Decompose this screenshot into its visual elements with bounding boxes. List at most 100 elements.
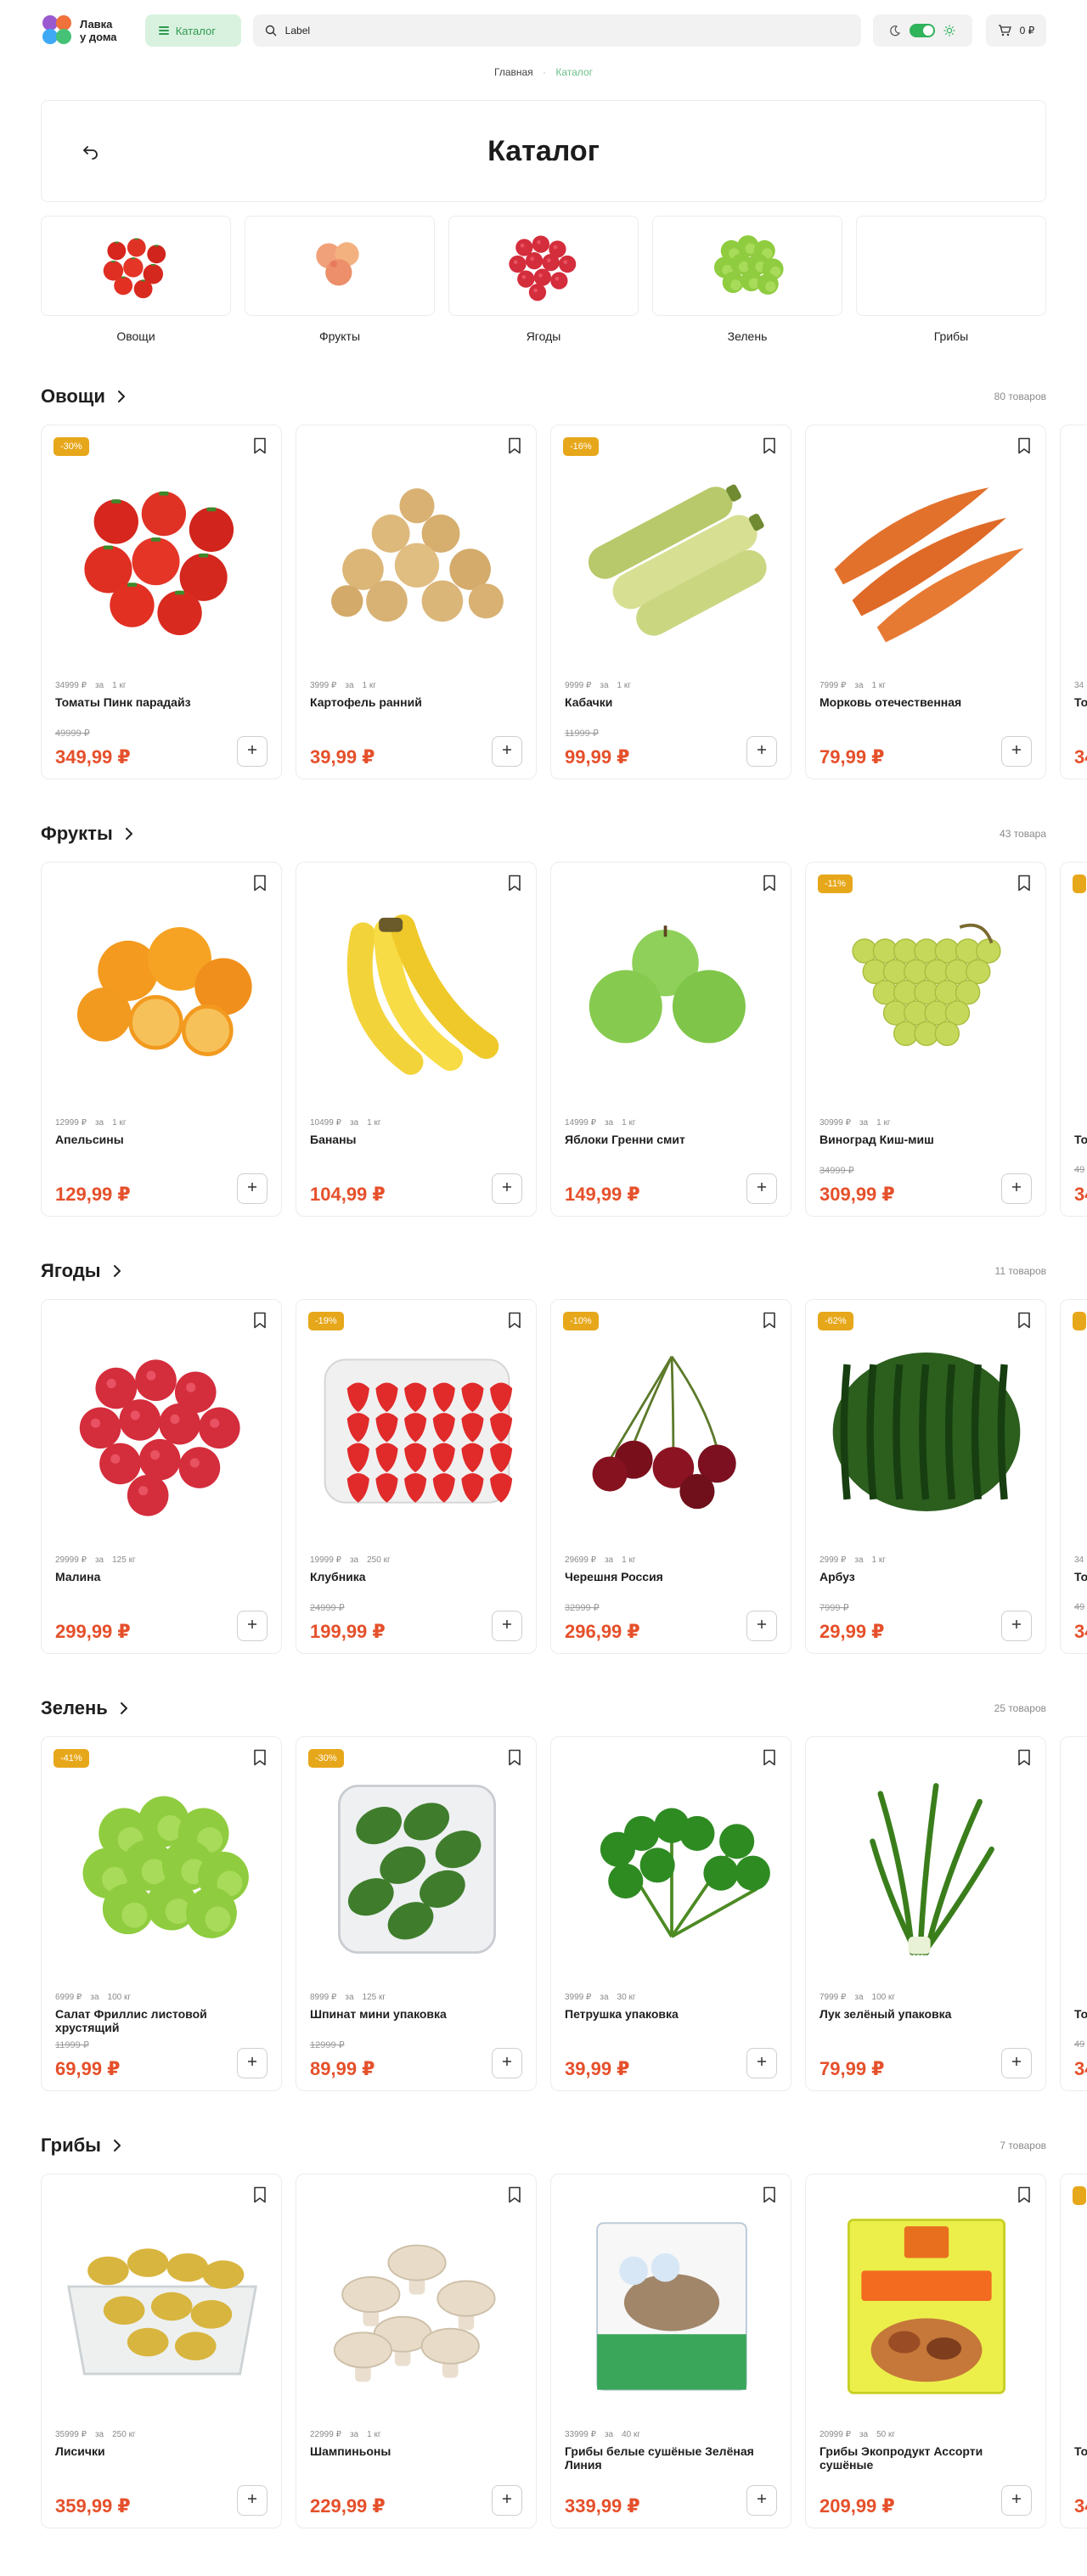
product-name[interactable]: Петрушка упаковка <box>565 2007 769 2021</box>
product-image[interactable] <box>308 897 526 1092</box>
product-card[interactable]: То 49 34 <box>1060 862 1087 1217</box>
bookmark-icon[interactable] <box>507 437 522 454</box>
product-name[interactable]: Клубника <box>310 1570 514 1583</box>
add-to-cart-button[interactable] <box>1001 1173 1032 1204</box>
product-name[interactable]: Шампиньоны <box>310 2444 514 2458</box>
product-card[interactable]: -11% 30999 ₽ за 1 кг Виноград Киш-миш 34999 ₽… <box>805 862 1046 1217</box>
chevron-right-icon[interactable] <box>120 1701 135 1716</box>
product-image[interactable] <box>818 897 1035 1092</box>
product-card[interactable]: -30% 8999 ₽ за 125 кг Шпинат мини упаковка 12… <box>296 1736 537 2091</box>
product-image[interactable] <box>308 459 526 655</box>
cart-button[interactable]: 0 ₽ <box>985 14 1047 47</box>
product-name[interactable]: Яблоки Гренни смит <box>565 1133 769 1146</box>
add-to-cart-button[interactable] <box>746 2048 777 2078</box>
product-card[interactable]: -19% 19999 ₽ за 250 кг Клубника 24999 ₽ 199,99… <box>296 1299 537 1654</box>
add-to-cart-button[interactable] <box>237 1173 268 1204</box>
product-card[interactable]: 20999 ₽ за 50 кг Грибы Экопродукт Ассорти с… <box>805 2174 1046 2528</box>
bookmark-icon[interactable] <box>1017 2186 1032 2203</box>
bookmark-icon[interactable] <box>252 437 268 454</box>
product-card[interactable]: 33999 ₽ за 40 кг Грибы белые сушёные Зелёна… <box>550 2174 791 2528</box>
category-tile[interactable]: Зелень <box>652 216 842 343</box>
add-to-cart-button[interactable] <box>492 1611 522 1641</box>
section-title[interactable]: Грибы <box>41 2134 101 2157</box>
add-to-cart-button[interactable] <box>237 736 268 767</box>
add-to-cart-button[interactable] <box>237 2048 268 2078</box>
product-image[interactable] <box>818 459 1035 655</box>
chevron-right-icon[interactable] <box>113 1263 128 1279</box>
product-card[interactable]: 14999 ₽ за 1 кг Яблоки Гренни смит 149,99 ₽ <box>550 862 791 1217</box>
bookmark-icon[interactable] <box>762 1749 777 1766</box>
product-card[interactable]: 10499 ₽ за 1 кг Бананы 104,99 ₽ <box>296 862 537 1217</box>
product-image[interactable] <box>1073 1771 1087 1966</box>
product-image[interactable] <box>1073 459 1087 655</box>
product-name[interactable]: То <box>1074 2007 1087 2021</box>
add-to-cart-button[interactable] <box>492 1173 522 1204</box>
bookmark-icon[interactable] <box>252 1312 268 1329</box>
theme-switcher[interactable] <box>873 14 972 47</box>
theme-toggle[interactable] <box>910 24 936 37</box>
product-name[interactable]: Грибы белые сушёные Зелёная Линия <box>565 2444 769 2472</box>
product-name[interactable]: Малина <box>55 1570 259 1583</box>
product-card[interactable]: 34 То 34 <box>1060 425 1087 779</box>
product-name[interactable]: Лук зелёный упаковка <box>819 2007 1023 2021</box>
search-input[interactable]: Label <box>252 14 862 47</box>
product-card[interactable]: -41% 6999 ₽ за 100 кг Салат Фриллис листовой… <box>41 1736 282 2091</box>
product-image[interactable] <box>54 897 271 1092</box>
section-title[interactable]: Зелень <box>41 1697 108 1719</box>
add-to-cart-button[interactable] <box>492 736 522 767</box>
chevron-right-icon[interactable] <box>117 389 132 404</box>
add-to-cart-button[interactable] <box>746 2485 777 2516</box>
product-card[interactable]: 12999 ₽ за 1 кг Апельсины 129,99 ₽ <box>41 862 282 1217</box>
product-image[interactable] <box>54 1334 271 1529</box>
add-to-cart-button[interactable] <box>1001 1611 1032 1641</box>
bookmark-icon[interactable] <box>507 875 522 891</box>
add-to-cart-button[interactable] <box>746 736 777 767</box>
bookmark-icon[interactable] <box>762 1312 777 1329</box>
product-name[interactable]: Салат Фриллис листовой хрустящий <box>55 2007 259 2034</box>
bookmark-icon[interactable] <box>762 875 777 891</box>
add-to-cart-button[interactable] <box>237 1611 268 1641</box>
bookmark-icon[interactable] <box>1017 1749 1032 1766</box>
chevron-right-icon[interactable] <box>125 826 140 841</box>
catalog-button[interactable]: Каталог <box>144 14 241 47</box>
add-to-cart-button[interactable] <box>237 2485 268 2516</box>
section-title[interactable]: Овощи <box>41 385 105 408</box>
product-image[interactable] <box>563 1771 780 1966</box>
breadcrumb-home[interactable]: Главная <box>494 66 533 78</box>
category-tile[interactable]: Грибы <box>856 216 1046 343</box>
product-card[interactable]: То 34 <box>1060 2174 1087 2528</box>
product-name[interactable]: Морковь отечественная <box>819 695 1023 709</box>
bookmark-icon[interactable] <box>762 437 777 454</box>
product-image[interactable] <box>818 1334 1035 1529</box>
add-to-cart-button[interactable] <box>746 1611 777 1641</box>
bookmark-icon[interactable] <box>1017 875 1032 891</box>
product-card[interactable]: 22999 ₽ за 1 кг Шампиньоны 229,99 ₽ <box>296 2174 537 2528</box>
bookmark-icon[interactable] <box>252 1749 268 1766</box>
product-image[interactable] <box>1073 897 1087 1092</box>
product-name[interactable]: Лисички <box>55 2444 259 2458</box>
product-card[interactable]: -10% 29699 ₽ за 1 кг Черешня Россия 32999 ₽ 29… <box>550 1299 791 1654</box>
product-image[interactable] <box>1073 1334 1087 1529</box>
product-name[interactable]: Арбуз <box>819 1570 1023 1583</box>
product-name[interactable]: То <box>1074 1570 1087 1583</box>
product-card[interactable]: 7999 ₽ за 100 кг Лук зелёный упаковка 79,99 … <box>805 1736 1046 2091</box>
bookmark-icon[interactable] <box>762 2186 777 2203</box>
bookmark-icon[interactable] <box>507 1312 522 1329</box>
category-tile[interactable]: Фрукты <box>245 216 435 343</box>
product-name[interactable]: Грибы Экопродукт Ассорти сушёные <box>819 2444 1023 2472</box>
product-name[interactable]: Томаты Пинк парадайз <box>55 695 259 709</box>
product-name[interactable]: То <box>1074 695 1087 709</box>
bookmark-icon[interactable] <box>507 1749 522 1766</box>
product-image[interactable] <box>563 897 780 1092</box>
product-card[interactable]: -30% 34999 ₽ за 1 кг Томаты Пинк парадайз 499… <box>41 425 282 779</box>
bookmark-icon[interactable] <box>1017 437 1032 454</box>
bookmark-icon[interactable] <box>252 2186 268 2203</box>
bookmark-icon[interactable] <box>507 2186 522 2203</box>
product-image[interactable] <box>54 2208 271 2404</box>
bookmark-icon[interactable] <box>1017 1312 1032 1329</box>
add-to-cart-button[interactable] <box>492 2485 522 2516</box>
product-name[interactable]: Бананы <box>310 1133 514 1146</box>
bookmark-icon[interactable] <box>252 875 268 891</box>
logo[interactable]: Лавка у дома <box>41 14 142 48</box>
section-title[interactable]: Ягоды <box>41 1260 101 1282</box>
